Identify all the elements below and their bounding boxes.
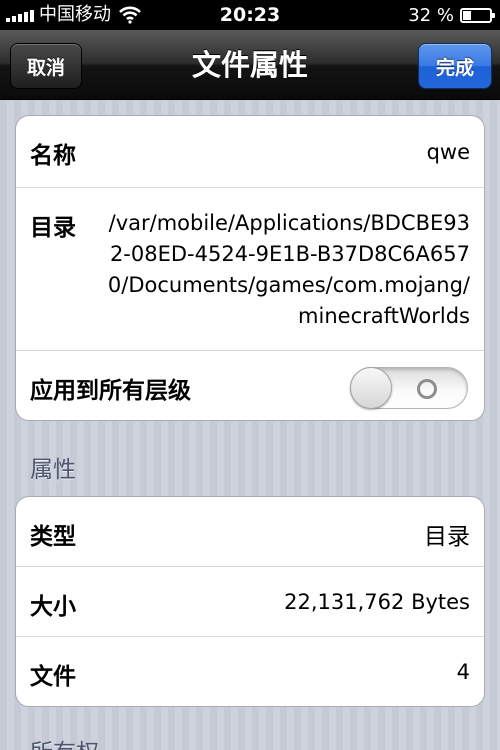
name-row[interactable]: 名称 qwe bbox=[16, 116, 484, 188]
battery-icon bbox=[460, 7, 495, 23]
name-value: qwe bbox=[426, 140, 470, 164]
toggle-knob bbox=[350, 367, 392, 409]
battery-fill bbox=[463, 10, 471, 20]
size-value: 22,131,762 Bytes bbox=[284, 590, 470, 614]
name-label: 名称 bbox=[30, 143, 76, 169]
size-row: 大小 22,131,762 Bytes bbox=[16, 567, 484, 637]
files-row: 文件 4 bbox=[16, 637, 484, 706]
type-value: 目录 bbox=[424, 524, 470, 550]
battery-percent: 32 % bbox=[408, 4, 454, 26]
status-right: 32 % bbox=[408, 4, 495, 26]
info-group: 名称 qwe 目录 /var/mobile/Applications/BDCBE… bbox=[15, 115, 485, 421]
apply-all-levels-label: 应用到所有层级 bbox=[30, 378, 191, 404]
apply-all-levels-toggle[interactable] bbox=[350, 367, 468, 409]
directory-label: 目录 bbox=[30, 215, 76, 241]
directory-row[interactable]: 目录 /var/mobile/Applications/BDCBE932-08E… bbox=[16, 188, 484, 351]
attributes-section-header: 属性 bbox=[30, 457, 76, 483]
directory-path: /var/mobile/Applications/BDCBE932-08ED-4… bbox=[107, 211, 470, 328]
files-label: 文件 bbox=[30, 664, 76, 690]
type-row: 类型 目录 bbox=[16, 497, 484, 567]
type-label: 类型 bbox=[30, 524, 76, 550]
done-button[interactable]: 完成 bbox=[418, 43, 492, 89]
ownership-section-header: 所有权 bbox=[30, 733, 99, 750]
attributes-group: 类型 目录 大小 22,131,762 Bytes 文件 4 bbox=[15, 496, 485, 707]
status-bar: 中国移动 20:23 32 % bbox=[0, 0, 500, 30]
apply-all-levels-row: 应用到所有层级 bbox=[16, 351, 484, 420]
size-label: 大小 bbox=[30, 594, 76, 620]
toggle-off-icon bbox=[417, 379, 437, 399]
files-value: 4 bbox=[456, 660, 470, 684]
navigation-bar: 取消 文件属性 完成 bbox=[0, 30, 500, 100]
